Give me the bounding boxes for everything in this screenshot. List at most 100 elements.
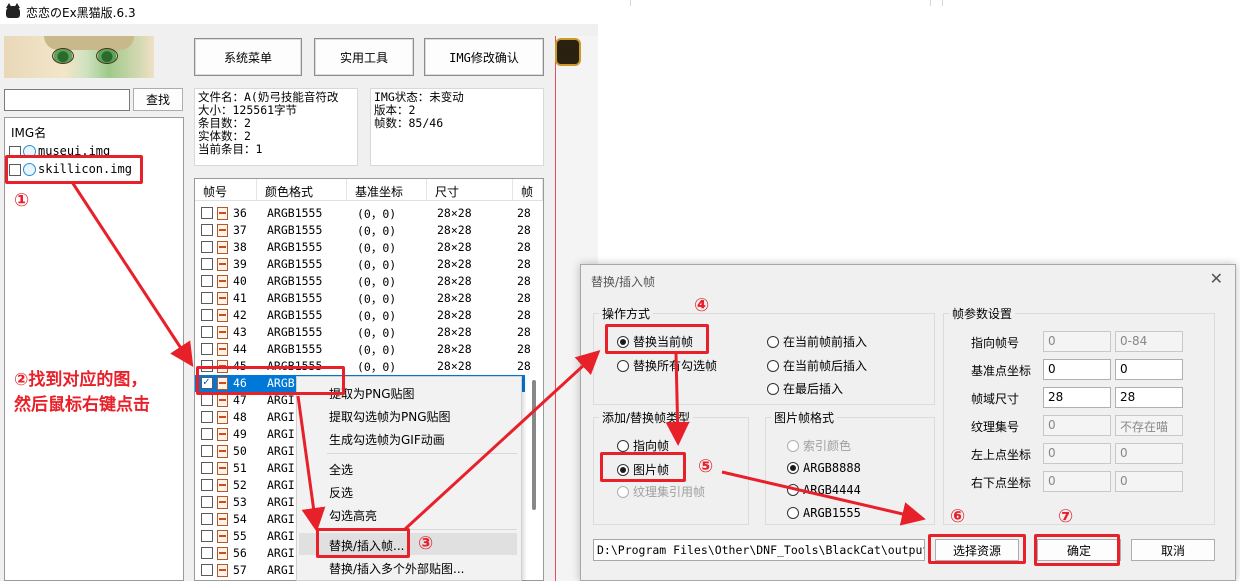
checkbox[interactable]: [201, 258, 213, 270]
param-field[interactable]: 0: [1043, 415, 1111, 436]
checkbox[interactable]: [201, 275, 213, 287]
radio-insert-after[interactable]: 在当前帧后插入: [767, 357, 867, 374]
headset-icon[interactable]: [555, 38, 581, 66]
checkbox[interactable]: [201, 343, 213, 355]
step-2-label-line2: 然后鼠标右键点击: [14, 395, 150, 415]
column-header[interactable]: 帧号: [195, 179, 257, 200]
table-row[interactable]: 42 ARGB1555 (0，0) 28×28 28: [195, 307, 531, 324]
menu-item-select-all[interactable]: 全选: [329, 461, 353, 478]
table-row[interactable]: 39 ARGB1555 (0，0) 28×28 28: [195, 256, 531, 273]
param-field[interactable]: 28: [1043, 387, 1111, 408]
checkbox[interactable]: [201, 496, 213, 508]
checkbox[interactable]: [201, 564, 213, 576]
param-field[interactable]: 28: [1115, 387, 1183, 408]
param-field[interactable]: 0: [1115, 471, 1183, 492]
frame-file-icon: [217, 428, 228, 441]
checkbox[interactable]: [201, 224, 213, 236]
param-field[interactable]: 0: [1115, 443, 1183, 464]
frame-number: 38: [233, 240, 247, 254]
menu-item-check-highlight[interactable]: 勾选高亮: [329, 507, 377, 524]
menu-item-invert[interactable]: 反选: [329, 484, 353, 501]
radio-argb8888[interactable]: ARGB8888: [787, 461, 861, 475]
cancel-button[interactable]: 取消: [1131, 539, 1215, 561]
checkbox[interactable]: [201, 428, 213, 440]
menu-item-replace-insert-multiple[interactable]: 替换/插入多个外部贴图...: [329, 560, 465, 577]
system-menu-button[interactable]: 系统菜单: [194, 38, 302, 76]
radio-argb1555[interactable]: ARGB1555: [787, 506, 861, 520]
checkbox[interactable]: [201, 530, 213, 542]
divider: [630, 0, 631, 6]
table-row[interactable]: 37 ARGB1555 (0，0) 28×28 28: [195, 222, 531, 239]
column-header[interactable]: 尺寸: [427, 179, 513, 200]
frame-number: 52: [233, 478, 247, 492]
radio-insert-before[interactable]: 在当前帧前插入: [767, 333, 867, 350]
param-field[interactable]: 0: [1043, 471, 1111, 492]
frame-number: 53: [233, 495, 247, 509]
param-field[interactable]: 0: [1043, 443, 1111, 464]
checkbox[interactable]: [201, 394, 213, 406]
radio-argb4444[interactable]: ARGB4444: [787, 483, 861, 497]
frame-table-scrollbar[interactable]: [532, 380, 536, 510]
param-field[interactable]: 0-84: [1115, 331, 1183, 352]
step-2-label-line1: ②找到对应的图，: [14, 370, 148, 390]
dialog-title: 替换/插入帧: [591, 275, 656, 289]
checkbox[interactable]: [201, 462, 213, 474]
divider: [930, 0, 931, 6]
param-field[interactable]: 0: [1043, 359, 1111, 380]
column-header[interactable]: 帧: [513, 179, 543, 200]
radio-insert-last[interactable]: 在最后插入: [767, 380, 843, 397]
param-field[interactable]: 0: [1043, 331, 1111, 352]
banner-eye-right: [96, 48, 118, 64]
frame-file-icon: [217, 326, 228, 339]
frame-size: 28×28: [437, 308, 472, 322]
column-header[interactable]: 基准坐标: [347, 179, 427, 200]
menu-item-extract-checked-png[interactable]: 提取勾选帧为PNG贴图: [329, 408, 451, 425]
color-format: ARGI: [267, 478, 295, 492]
checkbox[interactable]: [201, 292, 213, 304]
param-field[interactable]: 0: [1115, 359, 1183, 380]
table-row[interactable]: 36 ARGB1555 (0，0) 28×28 28: [195, 205, 531, 222]
frame-file-icon: [217, 547, 228, 560]
radio-indexed[interactable]: 索引颜色: [787, 437, 851, 454]
frame-number: 43: [233, 325, 247, 339]
tools-button[interactable]: 实用工具: [314, 38, 414, 76]
radio-texture-frame[interactable]: 纹理集引用帧: [617, 483, 705, 500]
color-format: ARGI: [267, 546, 295, 560]
param-field[interactable]: 不存在喵: [1115, 415, 1183, 436]
frame-number: 54: [233, 512, 247, 526]
search-button[interactable]: 查找: [133, 88, 183, 111]
frame-number: 44: [233, 342, 247, 356]
checkbox[interactable]: [201, 326, 213, 338]
img-list[interactable]: IMG名 museui.img skillicon.img: [4, 117, 184, 581]
checkbox[interactable]: [201, 547, 213, 559]
frame-file-icon: [217, 292, 228, 305]
base-coord: (0，0): [357, 275, 397, 289]
checkbox[interactable]: [201, 411, 213, 423]
frame-file-icon: [217, 462, 228, 475]
frame-number: 48: [233, 410, 247, 424]
base-coord: (0，0): [357, 258, 397, 272]
menu-item-make-gif[interactable]: 生成勾选帧为GIF动画: [329, 431, 445, 448]
checkbox[interactable]: [201, 207, 213, 219]
checkbox[interactable]: [201, 479, 213, 491]
frame-number: 56: [233, 546, 247, 560]
radio-replace-checked[interactable]: 替换所有勾选帧: [617, 357, 717, 374]
checkbox[interactable]: [201, 241, 213, 253]
frame-extra: 28: [517, 325, 531, 339]
table-row[interactable]: 38 ARGB1555 (0，0) 28×28 28: [195, 239, 531, 256]
table-row[interactable]: 40 ARGB1555 (0，0) 28×28 28: [195, 273, 531, 290]
frame-file-icon: [217, 309, 228, 322]
checkbox[interactable]: [201, 513, 213, 525]
search-input[interactable]: [4, 89, 130, 111]
checkbox[interactable]: [201, 309, 213, 321]
table-row[interactable]: 43 ARGB1555 (0，0) 28×28 28: [195, 324, 531, 341]
column-header[interactable]: 颜色格式: [257, 179, 347, 200]
close-icon[interactable]: ✕: [1210, 269, 1223, 288]
checkbox[interactable]: [201, 445, 213, 457]
frame-file-icon: [217, 445, 228, 458]
frame-size: 28×28: [437, 274, 472, 288]
resource-path-field[interactable]: D:\Program Files\Other\DNF_Tools\BlackCa…: [593, 539, 925, 561]
table-row[interactable]: 41 ARGB1555 (0，0) 28×28 28: [195, 290, 531, 307]
table-row[interactable]: 44 ARGB1555 (0，0) 28×28 28: [195, 341, 531, 358]
img-confirm-button[interactable]: IMG修改确认: [424, 38, 544, 76]
